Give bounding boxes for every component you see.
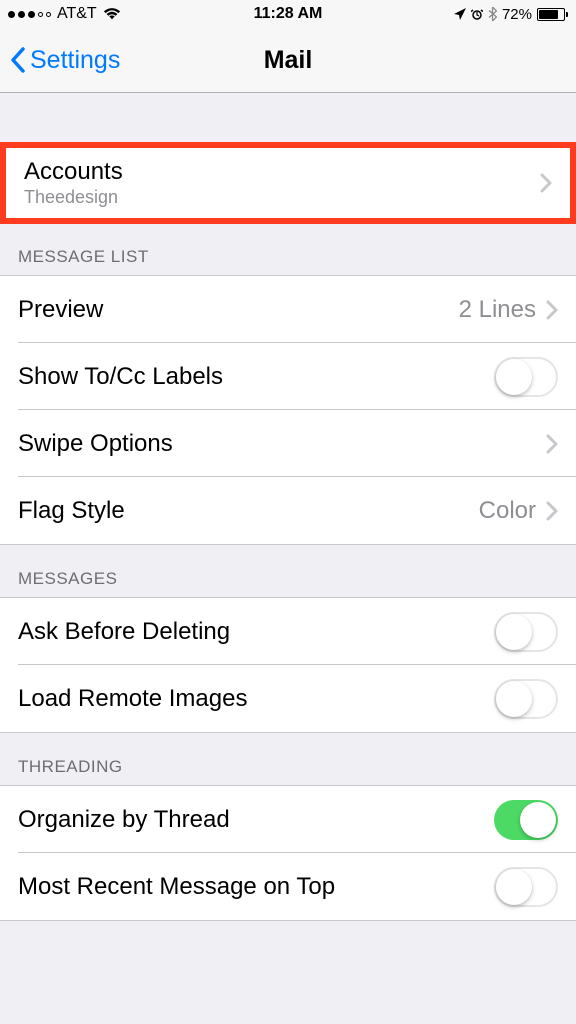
back-label: Settings	[30, 46, 120, 75]
bluetooth-icon	[488, 7, 497, 21]
carrier-label: AT&T	[57, 5, 97, 23]
navbar: Settings Mail	[0, 28, 576, 93]
spacer	[0, 93, 576, 143]
battery-percent: 72%	[502, 6, 532, 23]
swipe-options-row[interactable]: Swipe Options	[0, 410, 576, 477]
preview-detail: 2 Lines	[459, 296, 536, 324]
organize-by-thread-label: Organize by Thread	[18, 806, 494, 834]
organize-by-thread-toggle[interactable]	[494, 800, 558, 840]
swipe-options-label: Swipe Options	[18, 430, 546, 458]
chevron-right-icon	[546, 501, 558, 521]
flag-style-detail: Color	[479, 497, 536, 525]
load-remote-images-label: Load Remote Images	[18, 685, 494, 713]
signal-strength-icon	[8, 11, 51, 18]
ask-before-deleting-toggle[interactable]	[494, 612, 558, 652]
accounts-subtitle: Theedesign	[24, 187, 540, 209]
show-tocc-toggle[interactable]	[494, 357, 558, 397]
highlight-accounts: Accounts Theedesign	[0, 142, 576, 224]
statusbar-left: AT&T	[8, 5, 121, 23]
chevron-right-icon	[546, 300, 558, 320]
messages-group: Ask Before Deleting Load Remote Images	[0, 597, 576, 733]
chevron-right-icon	[540, 173, 552, 193]
load-remote-images-toggle[interactable]	[494, 679, 558, 719]
threading-group: Organize by Thread Most Recent Message o…	[0, 785, 576, 921]
message-list-group: Preview 2 Lines Show To/Cc Labels Swipe …	[0, 275, 576, 545]
preview-label: Preview	[18, 296, 459, 324]
show-tocc-label: Show To/Cc Labels	[18, 363, 494, 391]
alarm-icon	[471, 8, 483, 20]
back-button[interactable]: Settings	[10, 46, 120, 75]
ask-before-deleting-label: Ask Before Deleting	[18, 618, 494, 646]
organize-by-thread-row[interactable]: Organize by Thread	[0, 786, 576, 853]
accounts-label: Accounts	[24, 158, 540, 187]
wifi-icon	[103, 7, 121, 21]
flag-style-row[interactable]: Flag Style Color	[0, 477, 576, 544]
statusbar-time: 11:28 AM	[254, 5, 323, 23]
location-icon	[454, 8, 466, 20]
battery-icon	[537, 8, 568, 21]
section-header-threading: THREADING	[0, 733, 576, 785]
load-remote-images-row[interactable]: Load Remote Images	[0, 665, 576, 732]
section-header-message-list: MESSAGE LIST	[0, 223, 576, 275]
ask-before-deleting-row[interactable]: Ask Before Deleting	[0, 598, 576, 665]
show-tocc-row[interactable]: Show To/Cc Labels	[0, 343, 576, 410]
chevron-left-icon	[10, 47, 26, 73]
most-recent-message-label: Most Recent Message on Top	[18, 873, 494, 901]
nav-title: Mail	[264, 46, 313, 75]
statusbar-right: 72%	[454, 6, 568, 23]
chevron-right-icon	[546, 434, 558, 454]
section-header-messages: MESSAGES	[0, 545, 576, 597]
most-recent-message-toggle[interactable]	[494, 867, 558, 907]
statusbar: AT&T 11:28 AM 72%	[0, 0, 576, 28]
accounts-row[interactable]: Accounts Theedesign	[6, 148, 570, 218]
most-recent-message-row[interactable]: Most Recent Message on Top	[0, 853, 576, 920]
flag-style-label: Flag Style	[18, 497, 479, 525]
preview-row[interactable]: Preview 2 Lines	[0, 276, 576, 343]
